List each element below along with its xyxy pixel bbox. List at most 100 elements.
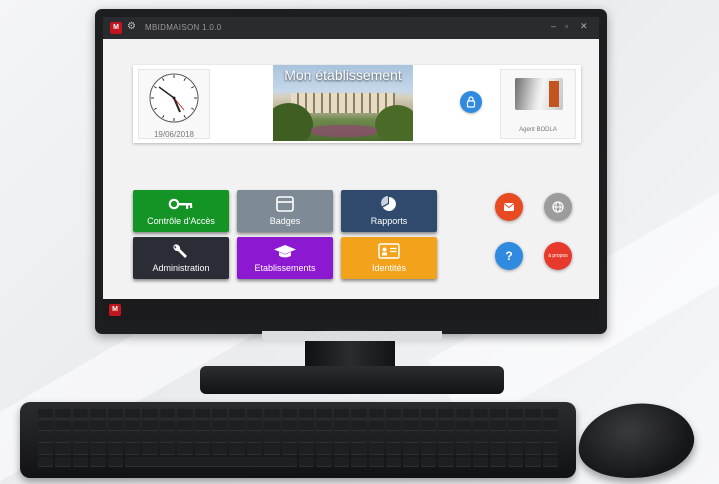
- keyboard-key: [298, 445, 315, 455]
- close-icon[interactable]: ✕: [580, 21, 588, 32]
- monitor-hinge: [262, 331, 442, 341]
- keyboard-key: [281, 445, 297, 455]
- keyboard-key: [177, 421, 193, 431]
- keyboard-key: [438, 409, 454, 419]
- keyboard-key: [438, 433, 454, 443]
- keyboard-key: [333, 409, 350, 419]
- keyboard-key: [229, 433, 245, 443]
- keyboard-key: [38, 433, 54, 443]
- keyboard-key: [90, 445, 106, 455]
- keyboard-key: [403, 421, 419, 431]
- keyboard-key: [142, 421, 158, 431]
- analog-clock-icon: [149, 73, 199, 123]
- agent-name: Agent BODLA: [519, 127, 557, 133]
- help-button[interactable]: ?: [495, 242, 523, 270]
- keyboard-key: [472, 421, 489, 431]
- web-button[interactable]: [544, 193, 572, 221]
- tile-label: Identités: [371, 263, 407, 273]
- keyboard-key: [124, 445, 141, 455]
- taskbar-app-icon[interactable]: M: [109, 304, 121, 316]
- keyboard-key: [403, 409, 419, 419]
- tile-controle-acces[interactable]: Contrôle d'Accès: [133, 190, 229, 232]
- keyboard-key: [385, 409, 402, 419]
- header-panel: 19/06/2018 Mon établissement Agent BODLA: [133, 65, 581, 143]
- keyboard-key: [438, 457, 454, 467]
- keyboard-key: [525, 433, 541, 443]
- keyboard-key: [351, 409, 367, 419]
- tile-administration[interactable]: Administration: [133, 237, 229, 279]
- keyboard-key: [90, 409, 106, 419]
- tile-rapports[interactable]: Rapports: [341, 190, 437, 232]
- keyboard-key: [507, 409, 524, 419]
- keyboard-key: [351, 457, 367, 467]
- keyboard-key: [333, 457, 350, 467]
- keyboard-key: [403, 433, 419, 443]
- monitor-stand-base: [200, 366, 504, 394]
- keyboard-key: [368, 409, 384, 419]
- mail-button[interactable]: [495, 193, 523, 221]
- keyboard-key: [159, 421, 176, 431]
- keyboard-key: [90, 433, 106, 443]
- keyboard-key: [72, 433, 89, 443]
- lock-button[interactable]: [460, 91, 482, 113]
- keyboard-key: [420, 433, 437, 443]
- keyboard-key: [211, 445, 228, 455]
- graduation-cap-icon: [274, 245, 296, 258]
- keyboard-key: [490, 409, 506, 419]
- keyboard-key: [38, 457, 54, 467]
- keyboard-key: [542, 445, 558, 455]
- keyboard-key: [525, 421, 541, 431]
- keyboard-key: [385, 421, 402, 431]
- computer-mouse: [573, 396, 699, 484]
- keyboard-key: [507, 433, 524, 443]
- keyboard-key: [298, 409, 315, 419]
- keyboard-key: [72, 421, 89, 431]
- keyboard-key: [472, 445, 489, 455]
- keyboard-key: [316, 433, 332, 443]
- keyboard-key: [525, 457, 541, 467]
- keyboard-key: [72, 457, 89, 467]
- keyboard-key: [490, 457, 506, 467]
- etablissement-photo[interactable]: Mon établissement: [273, 65, 413, 141]
- agent-widget[interactable]: Agent BODLA: [500, 69, 576, 139]
- about-label: à propos: [548, 253, 568, 259]
- keyboard-keys: [38, 409, 558, 467]
- keyboard-key: [159, 409, 176, 419]
- minimize-icon[interactable]: –: [551, 21, 556, 31]
- keyboard-key: [159, 433, 176, 443]
- keyboard-key: [368, 457, 384, 467]
- key-icon: [168, 198, 193, 210]
- keyboard-key: [72, 409, 89, 419]
- keyboard-key: [194, 433, 210, 443]
- keyboard-key: [229, 421, 245, 431]
- keyboard-key: [333, 445, 350, 455]
- keyboard-key: [368, 433, 384, 443]
- lock-icon: [466, 96, 476, 108]
- keyboard-key: [368, 445, 384, 455]
- help-label: ?: [505, 249, 513, 263]
- keyboard-key: [403, 445, 419, 455]
- keyboard-key: [177, 445, 193, 455]
- keyboard-key: [38, 445, 54, 455]
- tile-etablissements[interactable]: Etablissements: [237, 237, 333, 279]
- keyboard-key: [142, 445, 158, 455]
- keyboard: [20, 402, 576, 478]
- keyboard-key: [246, 445, 263, 455]
- keyboard-key: [124, 457, 297, 467]
- keyboard-key: [246, 421, 263, 431]
- about-button[interactable]: à propos: [544, 242, 572, 270]
- keyboard-key: [525, 409, 541, 419]
- maximize-icon[interactable]: ▫: [565, 21, 568, 31]
- keyboard-key: [90, 421, 106, 431]
- pie-chart-icon: [381, 196, 396, 211]
- gear-icon[interactable]: ⚙: [127, 21, 136, 32]
- tile-badges[interactable]: Badges: [237, 190, 333, 232]
- keyboard-key: [455, 421, 471, 431]
- keyboard-key: [264, 445, 280, 455]
- keyboard-key: [90, 457, 106, 467]
- tile-identites[interactable]: Identités: [341, 237, 437, 279]
- keyboard-key: [403, 457, 419, 467]
- badge-card-icon: [276, 196, 294, 212]
- keyboard-key: [107, 409, 123, 419]
- keyboard-key: [55, 421, 71, 431]
